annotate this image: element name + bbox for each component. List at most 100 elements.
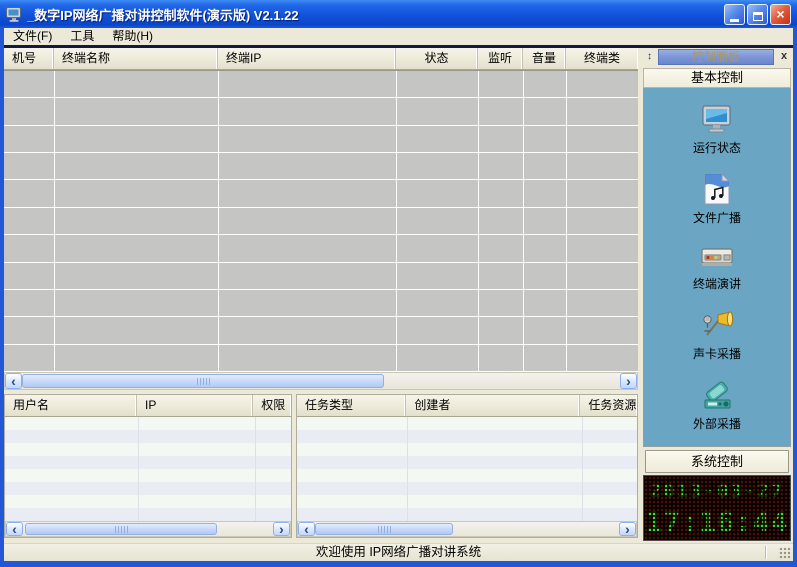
statusbar-divider — [765, 546, 767, 559]
resize-grip[interactable] — [778, 546, 791, 559]
menu-tools[interactable]: 工具 — [61, 28, 103, 45]
maximize-button[interactable] — [747, 4, 768, 25]
music-file-icon — [700, 172, 734, 206]
tasks-table-hscrollbar[interactable]: ‹ › — [297, 521, 637, 537]
basic-control-header[interactable]: 基本控制 — [643, 68, 791, 88]
system-control-header[interactable]: 系统控制 — [645, 450, 789, 473]
scroll-right-button[interactable]: › — [620, 373, 637, 389]
panel-item-running-status[interactable]: 运行状态 — [693, 102, 741, 156]
terminal-table-hscrollbar[interactable]: ‹ › — [4, 372, 638, 390]
scroll-right-button[interactable]: › — [273, 522, 290, 536]
users-table-hscrollbar[interactable]: ‹ › — [5, 521, 291, 537]
title-bar: _数字IP网络广播对讲控制软件(演示版) V2.1.22 × — [0, 0, 797, 28]
clock-date: 2013-03-27 — [644, 477, 790, 505]
control-panel: ↕ 控制面板 x 基本控制 运行状态 — [641, 48, 793, 543]
panel-item-label: 文件广播 — [693, 209, 741, 226]
scrollbar-thumb[interactable] — [315, 523, 453, 535]
scroll-left-button[interactable]: ‹ — [6, 522, 23, 536]
window-title: _数字IP网络广播对讲控制软件(演示版) V2.1.22 — [27, 5, 724, 24]
table-row[interactable] — [4, 180, 638, 207]
soundcard-speaker-icon — [699, 308, 735, 342]
column-header-task-type[interactable]: 任务类型 — [297, 395, 406, 416]
scrollbar-track[interactable] — [23, 522, 273, 536]
scroll-left-button[interactable]: ‹ — [5, 373, 22, 389]
status-message: 欢迎使用 IP网络广播对讲系统 — [316, 545, 481, 559]
content-area: 文件(F) 工具 帮助(H) 机号 终端名称 终端IP 状态 监听 音量 终端类 — [4, 28, 793, 561]
digital-clock: 2013-03-27 17:16:44 — [643, 475, 791, 541]
monitor-icon — [700, 102, 734, 136]
scroll-left-button[interactable]: ‹ — [298, 522, 315, 536]
panel-item-external-broadcast[interactable]: 外部采播 — [693, 378, 741, 432]
scrollbar-track[interactable] — [315, 522, 619, 536]
table-row[interactable] — [4, 345, 638, 372]
column-header-terminal-name[interactable]: 终端名称 — [54, 48, 218, 69]
scroll-right-icon: › — [626, 374, 631, 388]
table-row[interactable] — [4, 153, 638, 180]
column-header-monitor[interactable]: 监听 — [478, 48, 523, 69]
column-header-terminal-type[interactable]: 终端类 — [566, 48, 638, 69]
control-panel-titlebar: ↕ 控制面板 x — [641, 48, 793, 66]
collapse-arrows-icon: ↕ — [647, 51, 652, 62]
panel-close-button[interactable]: x — [777, 50, 791, 64]
users-table-header: 用户名 IP 权限 — [5, 395, 291, 417]
tasks-table-body[interactable] — [297, 417, 637, 521]
menu-help[interactable]: 帮助(H) — [103, 28, 162, 45]
control-panel-title[interactable]: 控制面板 — [658, 49, 774, 65]
scrollbar-thumb[interactable] — [25, 523, 217, 535]
panel-item-label: 声卡采播 — [693, 345, 741, 362]
clock-time: 17:16:44 — [644, 505, 790, 538]
app-window: _数字IP网络广播对讲控制软件(演示版) V2.1.22 × 文件(F) 工具 … — [0, 0, 797, 567]
panel-item-file-broadcast[interactable]: 文件广播 — [693, 172, 741, 226]
scroll-left-icon: ‹ — [304, 522, 309, 536]
table-row[interactable] — [4, 71, 638, 98]
table-row[interactable] — [4, 263, 638, 290]
scroll-right-button[interactable]: › — [619, 522, 636, 536]
table-row[interactable] — [4, 208, 638, 235]
column-header-task-resource[interactable]: 任务资源 — [580, 395, 637, 416]
table-row[interactable] — [4, 317, 638, 344]
scrollbar-thumb[interactable] — [22, 374, 384, 388]
terminal-table-body[interactable] — [4, 70, 638, 372]
column-header-permission[interactable]: 权限 — [253, 395, 291, 416]
column-header-terminal-ip[interactable]: 终端IP — [218, 48, 396, 69]
scroll-left-icon: ‹ — [12, 522, 17, 536]
close-icon: × — [771, 5, 790, 23]
menu-bar: 文件(F) 工具 帮助(H) — [4, 28, 793, 45]
scrollbar-track[interactable] — [22, 373, 620, 389]
menu-file[interactable]: 文件(F) — [4, 28, 61, 45]
status-bar: 欢迎使用 IP网络广播对讲系统 — [4, 543, 793, 561]
panel-item-label: 外部采播 — [693, 415, 741, 432]
table-row[interactable] — [4, 126, 638, 153]
table-row[interactable] — [4, 290, 638, 317]
panel-item-terminal-speech[interactable]: 终端演讲 — [693, 242, 741, 292]
maximize-icon — [753, 12, 763, 21]
terminal-device-icon — [699, 242, 735, 272]
table-row[interactable] — [4, 98, 638, 125]
users-table-body[interactable] — [5, 417, 291, 521]
panel-item-label: 终端演讲 — [693, 275, 741, 292]
tasks-table-header: 任务类型 创建者 任务资源 — [297, 395, 637, 417]
scrollbar-grip-icon — [115, 526, 128, 533]
table-row[interactable] — [4, 235, 638, 262]
column-header-machine-no[interactable]: 机号 — [4, 48, 54, 69]
column-header-username[interactable]: 用户名 — [5, 395, 137, 416]
panel-close-icon: x — [781, 50, 787, 62]
scroll-right-icon: › — [625, 522, 630, 536]
minimize-icon — [730, 19, 739, 22]
column-header-creator[interactable]: 创建者 — [406, 395, 580, 416]
panel-item-soundcard-broadcast[interactable]: 声卡采播 — [693, 308, 741, 362]
minimize-button[interactable] — [724, 4, 745, 25]
tasks-panel: 任务类型 创建者 任务资源 ‹ › — [296, 394, 638, 538]
panel-item-label: 运行状态 — [693, 139, 741, 156]
scrollbar-grip-icon — [378, 526, 391, 533]
app-icon — [5, 5, 23, 23]
basic-control-items: 运行状态 文件广播 — [643, 88, 791, 447]
terminal-table-header: 机号 终端名称 终端IP 状态 监听 音量 终端类 — [4, 48, 638, 70]
close-button[interactable]: × — [770, 4, 791, 25]
scrollbar-grip-icon — [197, 378, 210, 385]
external-device-icon — [699, 378, 735, 412]
column-header-ip[interactable]: IP — [137, 395, 253, 416]
column-header-volume[interactable]: 音量 — [523, 48, 566, 69]
column-header-status[interactable]: 状态 — [396, 48, 478, 69]
panel-collapse-button[interactable]: ↕ — [641, 49, 658, 65]
